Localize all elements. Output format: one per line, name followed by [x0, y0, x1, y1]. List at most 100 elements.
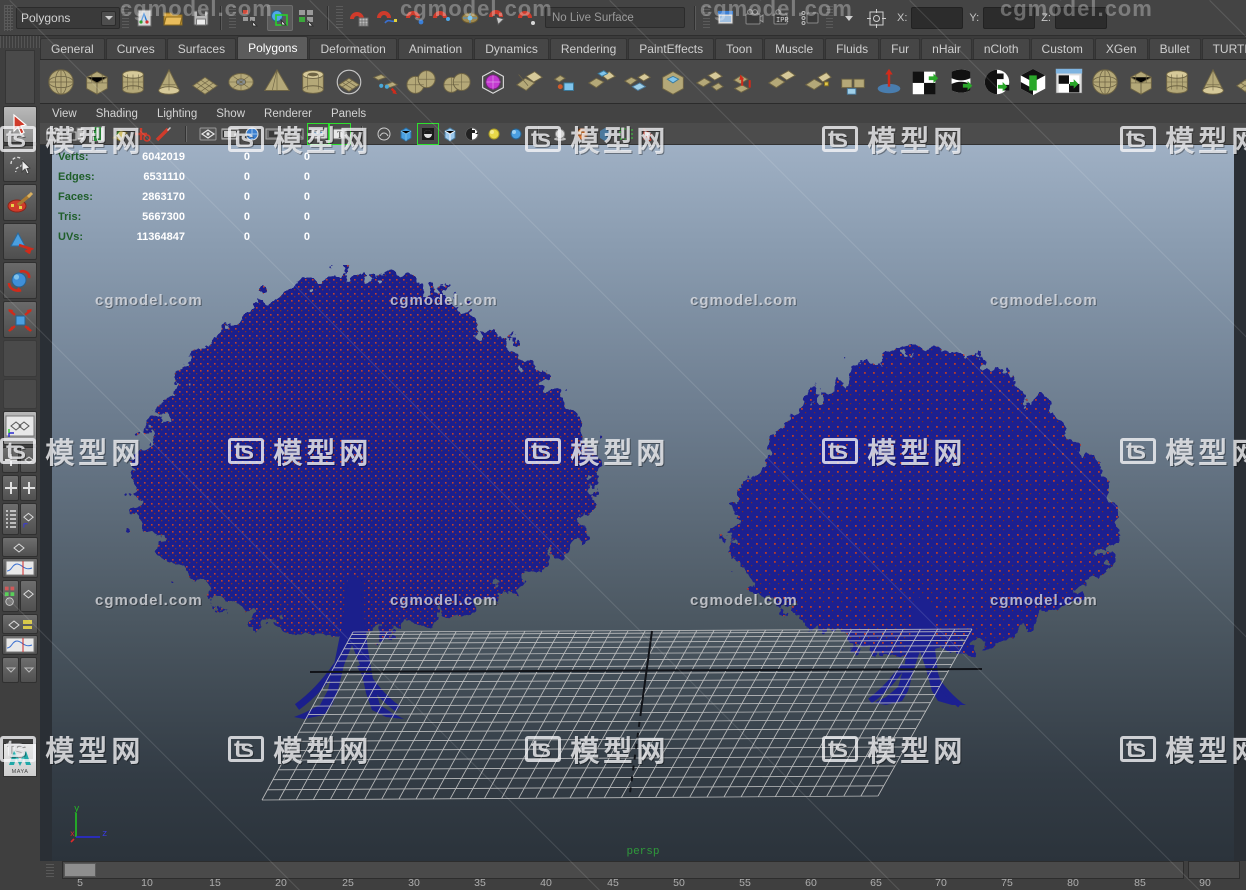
toolbox-gripper[interactable] — [0, 36, 40, 48]
textured-icon[interactable] — [440, 124, 460, 144]
uv-texture-editor-icon[interactable] — [1232, 64, 1246, 100]
viewport-menu-view[interactable]: View — [52, 108, 77, 120]
layout-graph-editor[interactable] — [2, 558, 38, 578]
shelf-tab-bullet[interactable]: Bullet — [1148, 38, 1201, 59]
two-d-pan-zoom-icon[interactable] — [132, 124, 152, 144]
shelf-tab-fur[interactable]: Fur — [880, 38, 921, 59]
layout-persp-outliner-graph[interactable] — [2, 614, 38, 634]
separate-icon[interactable] — [548, 64, 582, 100]
layout-outliner-persp[interactable] — [2, 503, 19, 535]
append-polygon-icon[interactable] — [800, 64, 834, 100]
perspective-viewport[interactable]: Verts: 6042019 0 0 Edges: 6531110 0 0 Faces: 2863… — [52, 145, 1234, 861]
layout-two-pane-vertical[interactable] — [2, 475, 19, 501]
poly-cylinder-icon[interactable] — [116, 64, 150, 100]
layout-single-perspective-view[interactable] — [3, 411, 37, 445]
time-slider[interactable]: 5 10 15 20 25 30 35 40 45 50 55 60 65 70 75 80 85 90 — [0, 861, 1246, 890]
scale-tool[interactable] — [3, 301, 37, 338]
snap-to-view-plane-icon[interactable] — [458, 5, 484, 31]
layout-persp-outliner[interactable] — [20, 447, 37, 473]
shelf-tab-fluids[interactable]: Fluids — [825, 38, 880, 59]
select-by-component-icon[interactable] — [295, 5, 321, 31]
bridge-icon[interactable] — [764, 64, 798, 100]
live-surface-field[interactable]: No Live Surface — [545, 7, 685, 28]
poly-pyramid-icon[interactable] — [260, 64, 294, 100]
use-default-light-icon[interactable] — [484, 124, 504, 144]
grease-pencil-icon[interactable] — [154, 124, 174, 144]
bevel-icon[interactable] — [728, 64, 762, 100]
booleans-icon[interactable] — [584, 64, 618, 100]
layout-persp-graph-editor[interactable] — [2, 537, 38, 557]
poly-sphere-icon[interactable] — [44, 64, 78, 100]
checkerboard-texture-icon[interactable] — [462, 124, 482, 144]
use-all-lights-icon[interactable] — [506, 124, 526, 144]
lasso-tool[interactable] — [3, 145, 37, 182]
shelf-tab-dynamics[interactable]: Dynamics — [474, 38, 549, 59]
wedge-face-icon[interactable] — [836, 64, 870, 100]
poly-prism-icon[interactable] — [332, 64, 366, 100]
rotate-tool[interactable] — [3, 262, 37, 299]
planar-mapping-icon[interactable] — [1088, 64, 1122, 100]
make-live-icon[interactable] — [514, 5, 540, 31]
layout-four-view[interactable] — [2, 447, 19, 473]
shelf-tab-polygons[interactable]: Polygons — [237, 36, 309, 59]
coord-x-field[interactable] — [911, 6, 964, 29]
shelf-tab-surfaces[interactable]: Surfaces — [166, 38, 237, 59]
viewport-menu-lighting[interactable]: Lighting — [157, 108, 197, 120]
open-scene-icon[interactable] — [160, 5, 186, 31]
poly-cone-icon[interactable] — [152, 64, 186, 100]
coord-z-field[interactable] — [1054, 6, 1107, 29]
ipr-render-icon[interactable]: IPR — [769, 5, 795, 31]
viewport-menu-shading[interactable]: Shading — [96, 108, 138, 120]
image-plane-icon[interactable] — [110, 124, 130, 144]
snap-to-uv-icon[interactable] — [486, 5, 512, 31]
poly-plane-icon[interactable] — [188, 64, 222, 100]
select-by-hierarchy-icon[interactable] — [239, 5, 265, 31]
ambient-occlusion-icon[interactable] — [572, 124, 592, 144]
chevron-down-icon[interactable] — [836, 5, 862, 31]
smooth-shade-preview-icon[interactable] — [374, 124, 394, 144]
shelf-tab-painteffects[interactable]: PaintEffects — [628, 38, 715, 59]
offset-edge-loop-icon[interactable] — [1052, 64, 1086, 100]
sculpt-geometry-icon[interactable] — [476, 64, 510, 100]
shelf-tab-xgen[interactable]: XGen — [1094, 38, 1148, 59]
save-scene-icon[interactable] — [188, 5, 214, 31]
show-manipulator-icon[interactable] — [864, 5, 890, 31]
wireframe-on-shaded-icon[interactable] — [417, 122, 439, 145]
viewport-menu-panels[interactable]: Panels — [331, 108, 366, 120]
shelf-tab-ncloth[interactable]: nCloth — [972, 38, 1030, 59]
shelf-tab-toon[interactable]: Toon — [715, 38, 764, 59]
camera-attributes-icon[interactable] — [66, 124, 86, 144]
smooth-icon[interactable] — [620, 64, 654, 100]
duplicate-face-icon[interactable] — [872, 64, 906, 100]
render-current-frame-icon[interactable] — [741, 5, 767, 31]
extrude-icon[interactable] — [692, 64, 726, 100]
poly-pipe-icon[interactable] — [296, 64, 330, 100]
exposure-icon[interactable] — [286, 124, 306, 144]
new-scene-icon[interactable] — [132, 5, 158, 31]
more-layouts-left[interactable] — [2, 657, 19, 683]
snap-to-point-icon[interactable] — [402, 5, 428, 31]
status-line-gripper[interactable] — [4, 4, 13, 31]
current-time-indicator[interactable] — [64, 863, 96, 877]
select-camera-icon[interactable] — [44, 124, 64, 144]
layout-two-pane-horizontal[interactable] — [20, 475, 37, 501]
cut-faces-icon[interactable] — [944, 64, 978, 100]
shelf-tab-general[interactable]: General — [40, 38, 105, 59]
cylindrical-mapping-icon[interactable] — [1124, 64, 1158, 100]
shelf-tab-curves[interactable]: Curves — [105, 38, 166, 59]
text-overlay-icon[interactable]: T — [329, 122, 351, 145]
poly-soccer-ball-icon[interactable] — [404, 64, 438, 100]
poly-torus-icon[interactable] — [224, 64, 258, 100]
automatic-mapping-icon[interactable] — [1196, 64, 1230, 100]
shelf-tab-animation[interactable]: Animation — [397, 38, 474, 59]
chevron-down-icon[interactable] — [101, 10, 116, 26]
poly-cube-icon[interactable] — [80, 64, 114, 100]
gate-mask-icon[interactable] — [264, 124, 284, 144]
shelf-tab-rendering[interactable]: Rendering — [549, 38, 628, 59]
viewport-menu-renderer[interactable]: Renderer — [264, 108, 312, 120]
viewport-menu-show[interactable]: Show — [216, 108, 245, 120]
menu-set-selector[interactable]: Polygons — [16, 6, 120, 29]
layout-hypergraph-persp[interactable] — [20, 503, 37, 535]
screen-space-ao-icon[interactable] — [616, 124, 636, 144]
spherical-mapping-icon[interactable] — [1160, 64, 1194, 100]
